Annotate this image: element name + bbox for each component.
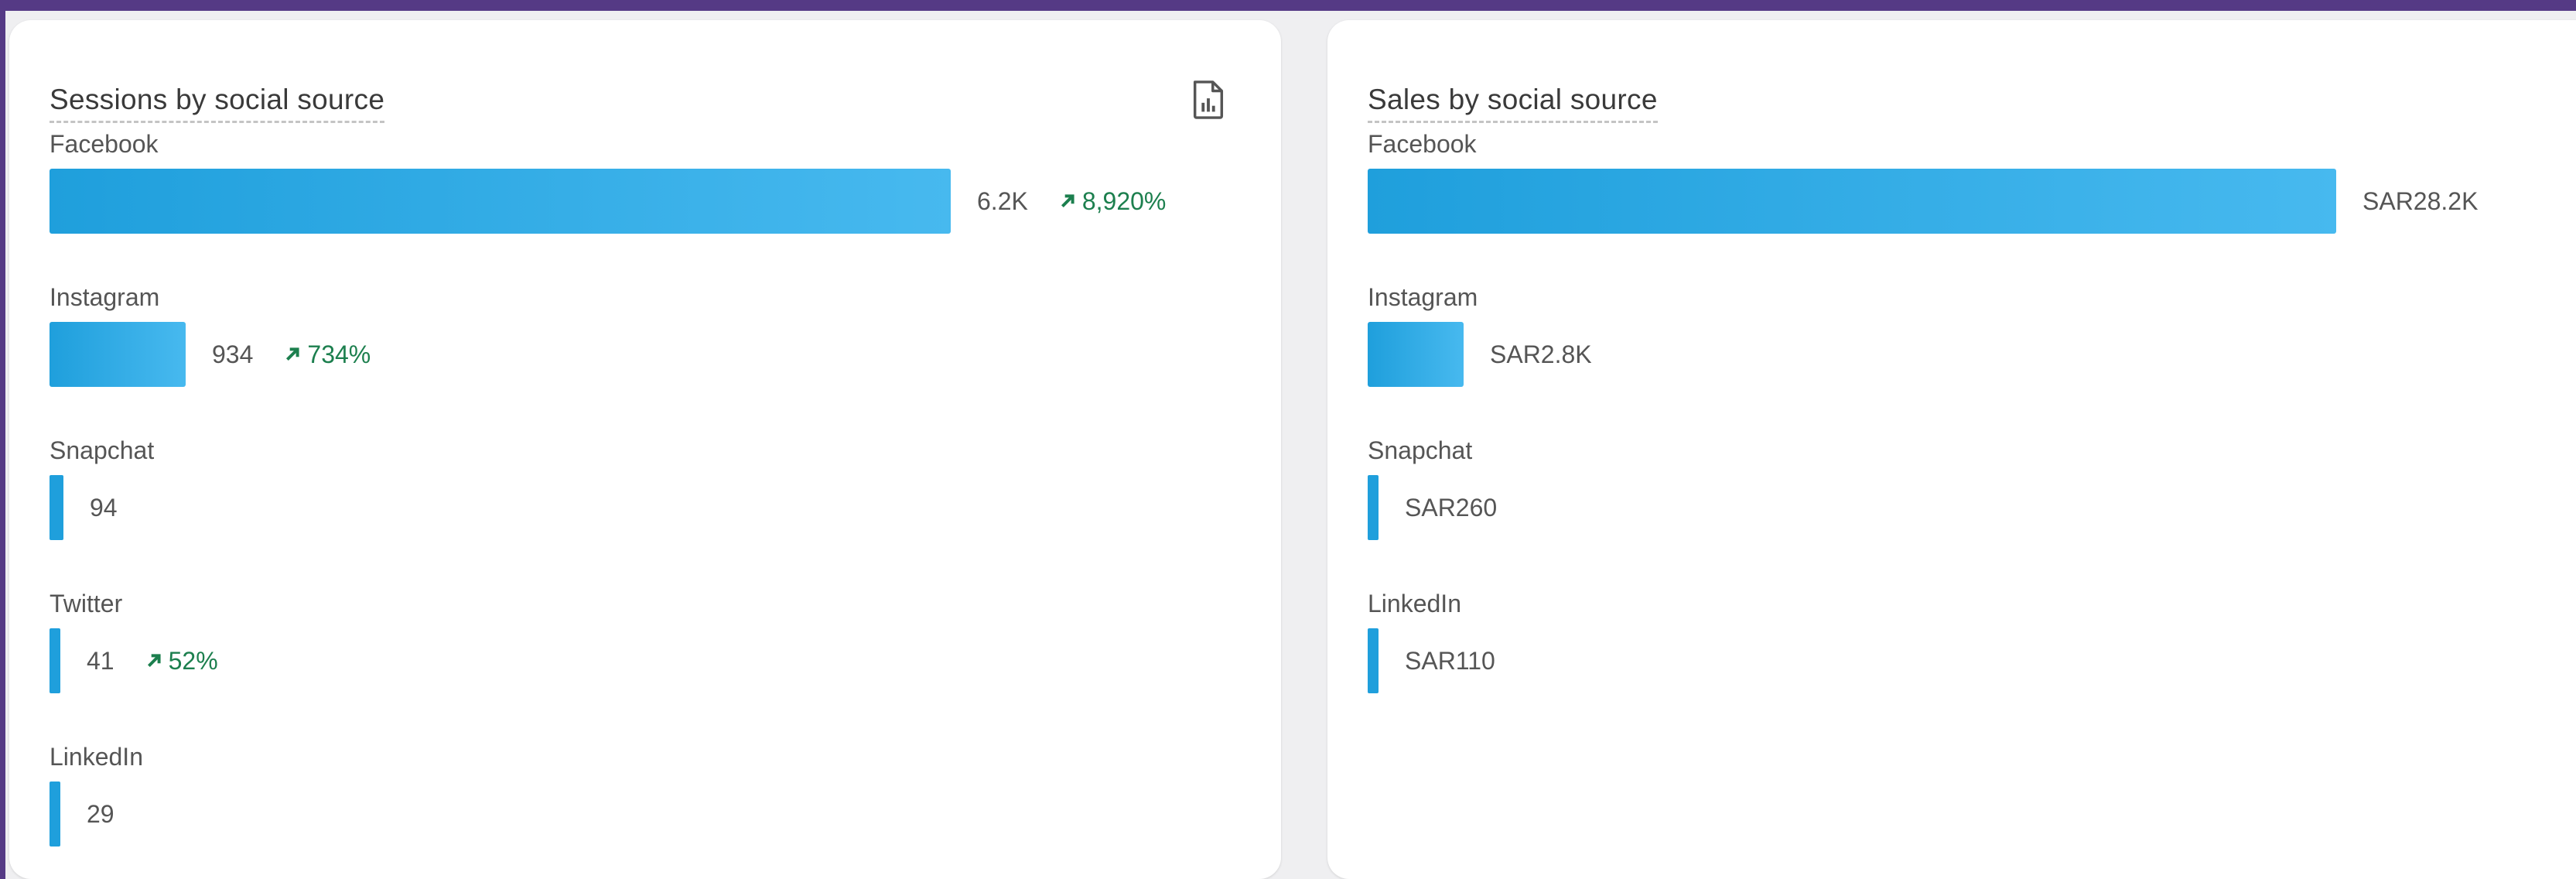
row-value: 934 <box>212 340 254 368</box>
trend-badge: 8,920% <box>1059 186 1167 216</box>
card-title[interactable]: Sales by social source <box>1368 84 1658 123</box>
bar[interactable] <box>1368 169 2336 234</box>
trend-up-arrow-icon <box>286 347 299 361</box>
row-label: Instagram <box>1368 283 1478 311</box>
sessions-by-social-source-card: Sessions by social source Facebook 6.2K … <box>9 20 1281 879</box>
row-value: 6.2K <box>977 186 1028 215</box>
row-label: Facebook <box>50 130 159 158</box>
row-label: Twitter <box>50 590 123 617</box>
row-value: SAR110 <box>1405 646 1495 675</box>
row-label: Facebook <box>1368 130 1477 158</box>
bar[interactable] <box>1368 628 1379 693</box>
trend-value: 8,920% <box>1081 186 1167 215</box>
row-value: 29 <box>87 799 114 828</box>
bar[interactable] <box>50 782 60 847</box>
trend-badge: 52% <box>145 647 218 675</box>
trend-value: 734% <box>307 340 371 368</box>
bar[interactable] <box>50 322 186 387</box>
bar[interactable] <box>1368 475 1379 540</box>
bar[interactable] <box>50 628 60 693</box>
row-label: Instagram <box>50 283 160 311</box>
trend-up-arrow-icon <box>147 654 161 668</box>
row-label: LinkedIn <box>50 743 143 771</box>
trend-value: 52% <box>168 646 218 675</box>
row-label: Snapchat <box>1368 436 1473 464</box>
app-left-edge <box>0 0 5 879</box>
row-value: SAR2.8K <box>1490 340 1592 368</box>
export-report-icon[interactable] <box>1191 80 1225 119</box>
bar[interactable] <box>1368 322 1464 387</box>
sales-by-social-source-card: Sales by social source Facebook SAR28.2K… <box>1327 20 2576 879</box>
trend-up-arrow-icon <box>1061 194 1074 208</box>
card-title[interactable]: Sessions by social source <box>50 84 385 123</box>
row-value: 94 <box>90 493 118 522</box>
row-value: SAR260 <box>1405 493 1498 522</box>
bar[interactable] <box>50 169 951 234</box>
bar[interactable] <box>50 475 63 540</box>
row-label: Snapchat <box>50 436 155 464</box>
row-value: 41 <box>87 646 114 675</box>
row-value: SAR28.2K <box>2362 186 2479 215</box>
app-top-bar <box>0 0 2576 11</box>
row-label: LinkedIn <box>1368 590 1461 617</box>
trend-badge: 734% <box>284 340 371 369</box>
